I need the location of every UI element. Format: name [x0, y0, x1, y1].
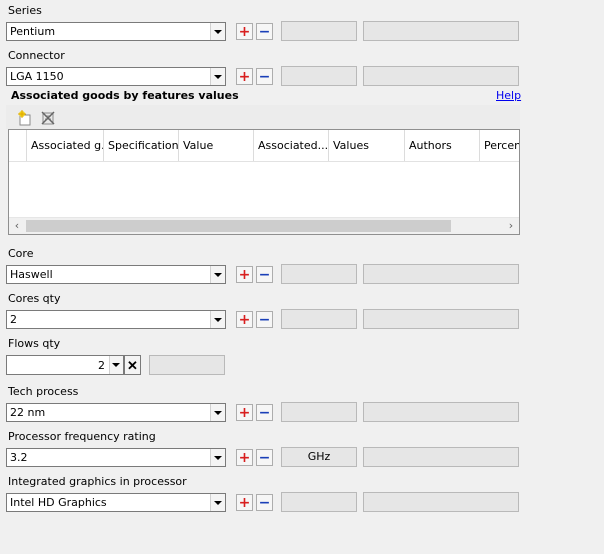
tech-process-remove-button[interactable]: − — [256, 404, 273, 421]
column-header[interactable]: Percent — [480, 130, 519, 161]
column-header[interactable]: Values — [329, 130, 405, 161]
tech-process-add-button[interactable]: + — [236, 404, 253, 421]
cores-qty-add-button[interactable]: + — [236, 311, 253, 328]
cores-qty-extra-field — [281, 309, 357, 329]
tech-process-extra-field — [281, 402, 357, 422]
cores-qty-remove-button[interactable]: − — [256, 311, 273, 328]
igpu-label: Integrated graphics in processor — [8, 475, 187, 488]
cores-qty-select[interactable]: 2 — [6, 310, 226, 329]
igpu-select[interactable]: Intel HD Graphics — [6, 493, 226, 512]
chevron-down-icon[interactable] — [210, 494, 225, 511]
igpu-value: Intel HD Graphics — [10, 496, 107, 509]
tech-process-label: Tech process — [8, 385, 79, 398]
core-label: Core — [8, 247, 34, 260]
chevron-down-icon[interactable] — [210, 23, 225, 40]
cores-qty-note-field — [363, 309, 519, 329]
associated-toolbar — [6, 105, 520, 129]
column-header[interactable]: Value — [179, 130, 254, 161]
freq-rating-value: 3.2 — [10, 451, 28, 464]
tech-process-note-field — [363, 402, 519, 422]
connector-add-button[interactable]: + — [236, 68, 253, 85]
freq-rating-select[interactable]: 3.2 — [6, 448, 226, 467]
chevron-down-icon[interactable] — [210, 449, 225, 466]
associated-goods-grid[interactable]: Associated g.. Specification Value Assoc… — [8, 129, 520, 235]
core-remove-button[interactable]: − — [256, 266, 273, 283]
connector-extra-field — [281, 66, 357, 86]
series-remove-button[interactable]: − — [256, 23, 273, 40]
igpu-note-field — [363, 492, 519, 512]
chevron-down-icon[interactable] — [210, 266, 225, 283]
row-indicator-header — [9, 130, 27, 161]
column-header[interactable]: Authors — [405, 130, 480, 161]
flows-qty-extra-field — [149, 355, 225, 375]
core-note-field — [363, 264, 519, 284]
new-row-icon[interactable] — [17, 110, 33, 126]
tech-process-value: 22 nm — [10, 406, 46, 419]
tech-process-select[interactable]: 22 nm — [6, 403, 226, 422]
chevron-right-icon[interactable]: › — [503, 218, 519, 234]
freq-rating-remove-button[interactable]: − — [256, 449, 273, 466]
flows-qty-input[interactable]: 2 — [6, 355, 124, 375]
connector-select[interactable]: LGA 1150 — [6, 67, 226, 86]
series-note-field — [363, 21, 519, 41]
freq-rating-label: Processor frequency rating — [8, 430, 156, 443]
connector-note-field — [363, 66, 519, 86]
series-value: Pentium — [10, 25, 56, 38]
cores-qty-label: Cores qty — [8, 292, 61, 305]
grid-header: Associated g.. Specification Value Assoc… — [9, 130, 519, 162]
series-extra-field — [281, 21, 357, 41]
delete-row-icon[interactable] — [40, 110, 56, 126]
series-label: Series — [8, 4, 42, 17]
scrollbar-thumb[interactable] — [26, 220, 451, 232]
chevron-left-icon[interactable]: ‹ — [9, 218, 25, 234]
chevron-down-icon[interactable] — [210, 404, 225, 421]
chevron-down-icon[interactable] — [210, 311, 225, 328]
connector-remove-button[interactable]: − — [256, 68, 273, 85]
chevron-down-icon[interactable] — [109, 356, 123, 374]
column-header[interactable]: Associated g.. — [27, 130, 104, 161]
connector-label: Connector — [8, 49, 65, 62]
igpu-remove-button[interactable]: − — [256, 494, 273, 511]
freq-rating-unit: GHz — [281, 447, 357, 467]
column-header[interactable]: Specification — [104, 130, 179, 161]
igpu-add-button[interactable]: + — [236, 494, 253, 511]
freq-rating-add-button[interactable]: + — [236, 449, 253, 466]
flows-qty-clear-button[interactable]: ✕ — [124, 355, 141, 375]
flows-qty-label: Flows qty — [8, 337, 61, 350]
core-add-button[interactable]: + — [236, 266, 253, 283]
cores-qty-value: 2 — [10, 313, 17, 326]
core-extra-field — [281, 264, 357, 284]
series-add-button[interactable]: + — [236, 23, 253, 40]
igpu-extra-field — [281, 492, 357, 512]
horizontal-scrollbar[interactable]: ‹ › — [9, 217, 519, 234]
core-value: Haswell — [10, 268, 53, 281]
column-header[interactable]: Associated... — [254, 130, 329, 161]
flows-qty-value: 2 — [98, 359, 105, 372]
help-link[interactable]: Help — [496, 89, 521, 102]
freq-rating-note-field — [363, 447, 519, 467]
chevron-down-icon[interactable] — [210, 68, 225, 85]
associated-goods-title: Associated goods by features values — [11, 89, 239, 102]
connector-value: LGA 1150 — [10, 70, 64, 83]
core-select[interactable]: Haswell — [6, 265, 226, 284]
series-select[interactable]: Pentium — [6, 22, 226, 41]
